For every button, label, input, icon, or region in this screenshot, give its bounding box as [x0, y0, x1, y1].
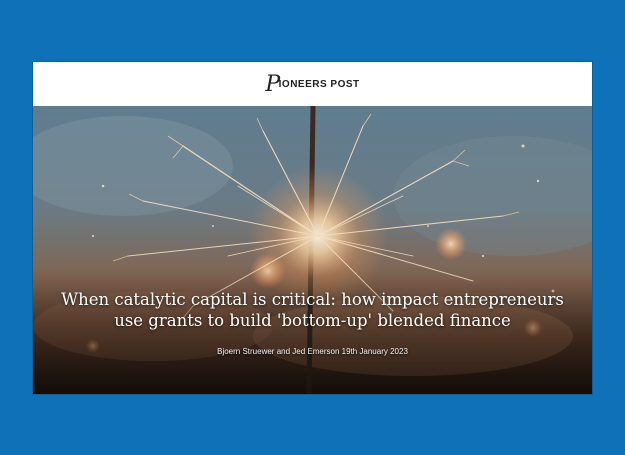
headline-line-1: When catalytic capital is critical: how … — [61, 290, 564, 309]
site-header: P IONEERS POST — [33, 62, 592, 106]
logo-initial: P — [265, 72, 281, 97]
hero-image: When catalytic capital is critical: how … — [33, 106, 592, 394]
article-card: P IONEERS POST When catalytic capital is… — [33, 62, 592, 394]
headline-line-2: use grants to build 'bottom-up' blended … — [114, 311, 511, 330]
pioneers-post-logo[interactable]: P IONEERS POST — [265, 72, 360, 97]
article-byline: Bjoern Struewer and Jed Emerson 19th Jan… — [217, 347, 408, 356]
article-headline[interactable]: When catalytic capital is critical: how … — [33, 289, 592, 331]
logo-text: IONEERS POST — [278, 78, 360, 90]
